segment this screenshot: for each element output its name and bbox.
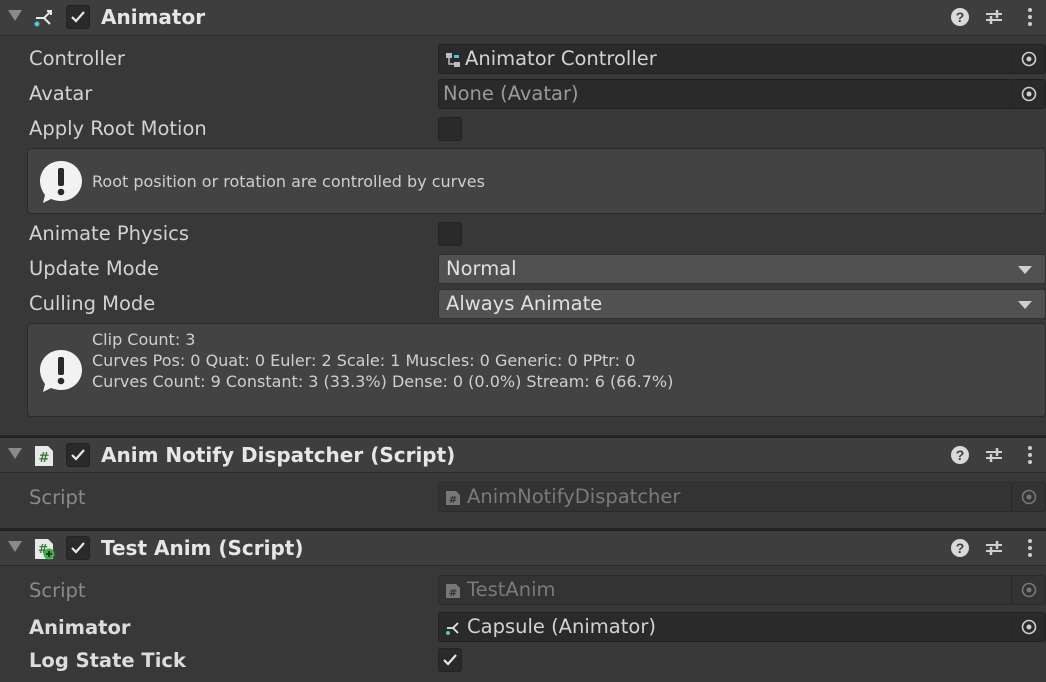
object-picker-icon: [1021, 86, 1037, 102]
log-state-tick-checkbox[interactable]: [438, 648, 462, 672]
curves-count-text: Curves Count: 9 Constant: 3 (33.3%) Dens…: [92, 372, 674, 391]
culling-mode-label: Culling Mode: [29, 292, 156, 315]
animator-component-header[interactable]: Animator ?: [0, 0, 1046, 36]
foldout-arrow-icon[interactable]: [8, 541, 22, 552]
svg-text:#: #: [39, 451, 50, 466]
anim-notify-enabled-checkbox[interactable]: [66, 443, 90, 467]
object-picker-button[interactable]: [1011, 45, 1045, 73]
object-picker-icon: [1021, 619, 1037, 635]
svg-text:?: ?: [956, 9, 965, 25]
animator-reference-value: Capsule (Animator): [467, 615, 656, 638]
info-exclamation-icon: [40, 161, 82, 203]
foldout-arrow-icon[interactable]: [8, 10, 22, 21]
csharp-script-icon: #: [446, 491, 460, 506]
svg-text:?: ?: [956, 447, 965, 463]
controller-value: Animator Controller: [465, 47, 657, 70]
animator-icon: [446, 622, 459, 635]
component-title: Anim Notify Dispatcher (Script): [101, 443, 456, 467]
avatar-label: Avatar: [29, 82, 93, 105]
presets-icon[interactable]: [984, 538, 1004, 558]
component-title: Animator: [101, 5, 206, 29]
log-state-tick-label: Log State Tick: [29, 649, 186, 672]
object-picker-icon: [1021, 582, 1037, 598]
check-icon: [443, 654, 457, 666]
update-mode-value: Normal: [446, 257, 517, 280]
avatar-field[interactable]: None (Avatar): [438, 79, 1046, 109]
avatar-value: None (Avatar): [443, 82, 579, 105]
controller-label: Controller: [29, 47, 125, 70]
script-value: AnimNotifyDispatcher: [467, 485, 681, 508]
kebab-menu-icon[interactable]: [1020, 445, 1040, 465]
csharp-script-add-icon: #: [35, 539, 55, 560]
foldout-arrow-icon[interactable]: [8, 448, 22, 459]
object-picker-button: [1011, 576, 1045, 604]
apply-root-motion-label: Apply Root Motion: [29, 117, 207, 140]
clip-info-box: Clip Count: 3 Curves Pos: 0 Quat: 0 Eule…: [27, 323, 1046, 417]
svg-text:?: ?: [956, 540, 965, 556]
test-anim-enabled-checkbox[interactable]: [66, 536, 90, 560]
component-title: Test Anim (Script): [101, 536, 304, 560]
culling-mode-value: Always Animate: [446, 292, 603, 315]
root-motion-info-text: Root position or rotation are controlled…: [92, 172, 485, 191]
help-icon[interactable]: ?: [950, 445, 970, 465]
animator-reference-field[interactable]: Capsule (Animator): [438, 612, 1046, 642]
object-picker-button: [1011, 483, 1045, 511]
controller-field[interactable]: Animator Controller: [438, 44, 1046, 74]
svg-text:#: #: [449, 588, 457, 599]
script-field: # TestAnim: [438, 575, 1046, 605]
object-picker-icon: [1021, 489, 1037, 505]
anim-notify-dispatcher-header[interactable]: # Anim Notify Dispatcher (Script) ?: [0, 437, 1046, 473]
kebab-menu-icon[interactable]: [1020, 7, 1040, 27]
script-label: Script: [29, 486, 86, 509]
info-exclamation-icon: [40, 350, 82, 392]
check-icon: [71, 449, 85, 461]
script-field: # AnimNotifyDispatcher: [438, 482, 1046, 512]
dropdown-arrow-icon: [1018, 301, 1032, 309]
culling-mode-dropdown[interactable]: Always Animate: [438, 289, 1046, 319]
animator-field-label: Animator: [29, 616, 131, 639]
csharp-script-icon: #: [446, 584, 460, 599]
test-anim-header[interactable]: # Test Anim (Script) ?: [0, 530, 1046, 566]
animator-icon: [34, 10, 52, 27]
check-icon: [71, 542, 85, 554]
kebab-menu-icon[interactable]: [1020, 538, 1040, 558]
script-value: TestAnim: [467, 578, 556, 601]
dropdown-arrow-icon: [1018, 266, 1032, 274]
apply-root-motion-checkbox[interactable]: [438, 117, 462, 141]
clip-count-text: Clip Count: 3: [92, 330, 196, 349]
script-label: Script: [29, 579, 86, 602]
curves-breakdown-text: Curves Pos: 0 Quat: 0 Euler: 2 Scale: 1 …: [92, 351, 636, 370]
check-icon: [71, 11, 85, 23]
update-mode-dropdown[interactable]: Normal: [438, 254, 1046, 284]
svg-text:#: #: [449, 495, 457, 506]
help-icon[interactable]: ?: [950, 538, 970, 558]
object-picker-icon: [1021, 51, 1037, 67]
animator-enabled-checkbox[interactable]: [66, 5, 90, 29]
root-motion-info-box: Root position or rotation are controlled…: [27, 148, 1046, 214]
object-picker-button[interactable]: [1011, 80, 1045, 108]
help-icon[interactable]: ?: [950, 7, 970, 27]
presets-icon[interactable]: [984, 445, 1004, 465]
animate-physics-checkbox[interactable]: [438, 222, 462, 246]
update-mode-label: Update Mode: [29, 257, 159, 280]
animator-controller-icon: [446, 53, 460, 67]
object-picker-button[interactable]: [1011, 613, 1045, 641]
csharp-script-icon: #: [35, 446, 53, 466]
presets-icon[interactable]: [984, 7, 1004, 27]
animate-physics-label: Animate Physics: [29, 222, 190, 245]
